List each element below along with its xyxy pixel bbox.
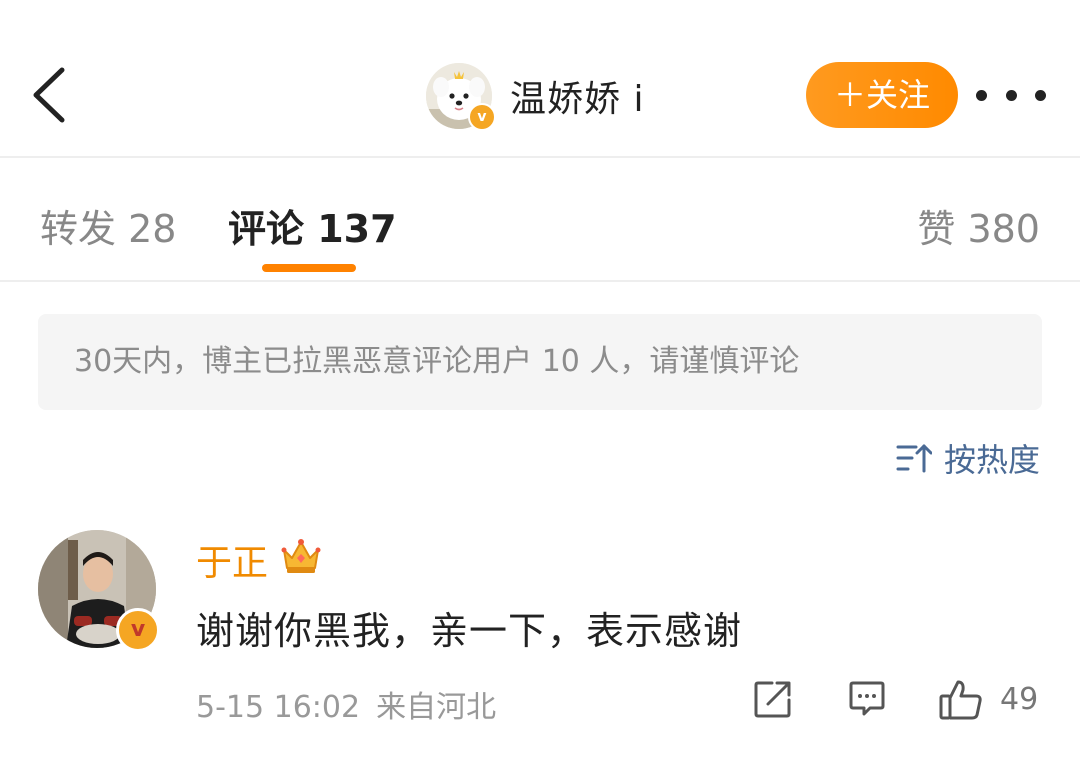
comment-meta: 5-15 16:02 来自河北 bbox=[196, 682, 496, 726]
comment-text: 谢谢你黑我，亲一下，表示感谢 bbox=[196, 609, 743, 653]
back-icon bbox=[33, 67, 65, 123]
comment-location: 来自河北 bbox=[376, 690, 497, 725]
like-button[interactable] bbox=[938, 678, 984, 726]
more-icon-dot bbox=[976, 89, 987, 101]
verified-icon: v bbox=[116, 608, 160, 652]
crown-icon bbox=[281, 539, 321, 573]
tab-bar: 转发 28 评论 137 赞 380 bbox=[0, 158, 1080, 282]
profile-avatar[interactable]: v bbox=[426, 63, 496, 131]
more-icon-dot bbox=[1005, 89, 1017, 101]
active-tab-indicator bbox=[262, 264, 356, 272]
comment-avatar[interactable]: v bbox=[38, 530, 160, 652]
comment-author-name[interactable]: 于正 bbox=[196, 534, 268, 586]
sort-button[interactable]: 按热度 bbox=[896, 436, 1040, 480]
profile-name[interactable]: 温娇娇 i bbox=[510, 70, 644, 122]
verified-icon: v bbox=[468, 103, 496, 131]
more-icon-dot bbox=[1035, 89, 1046, 101]
tab-likes[interactable]: 赞 380 bbox=[917, 198, 1040, 253]
like-count: 49 bbox=[1000, 682, 1039, 717]
back-button[interactable] bbox=[22, 58, 82, 132]
sort-icon bbox=[896, 444, 932, 473]
sort-label: 按热度 bbox=[943, 441, 1040, 479]
tab-comments[interactable]: 评论 137 bbox=[228, 198, 397, 253]
repost-icon bbox=[754, 681, 791, 718]
comment-page: v 温娇娇 i ＋关注 转发 28 评论 137 赞 380 30天内，博主已拉… bbox=[0, 0, 1080, 758]
tab-reposts[interactable]: 转发 28 bbox=[40, 198, 176, 253]
like-icon bbox=[939, 680, 982, 720]
top-header: v 温娇娇 i ＋关注 bbox=[0, 0, 1080, 158]
reply-icon bbox=[849, 681, 885, 716]
reply-button[interactable] bbox=[846, 678, 888, 724]
comment-date: 5-15 16:02 bbox=[196, 690, 361, 725]
repost-button[interactable] bbox=[752, 678, 794, 724]
more-button[interactable] bbox=[976, 80, 1046, 110]
block-notice: 30天内，博主已拉黑恶意评论用户 10 人，请谨慎评论 bbox=[38, 314, 1042, 410]
profile-header[interactable]: v 温娇娇 i bbox=[426, 62, 644, 131]
follow-button[interactable]: ＋关注 bbox=[806, 62, 958, 128]
